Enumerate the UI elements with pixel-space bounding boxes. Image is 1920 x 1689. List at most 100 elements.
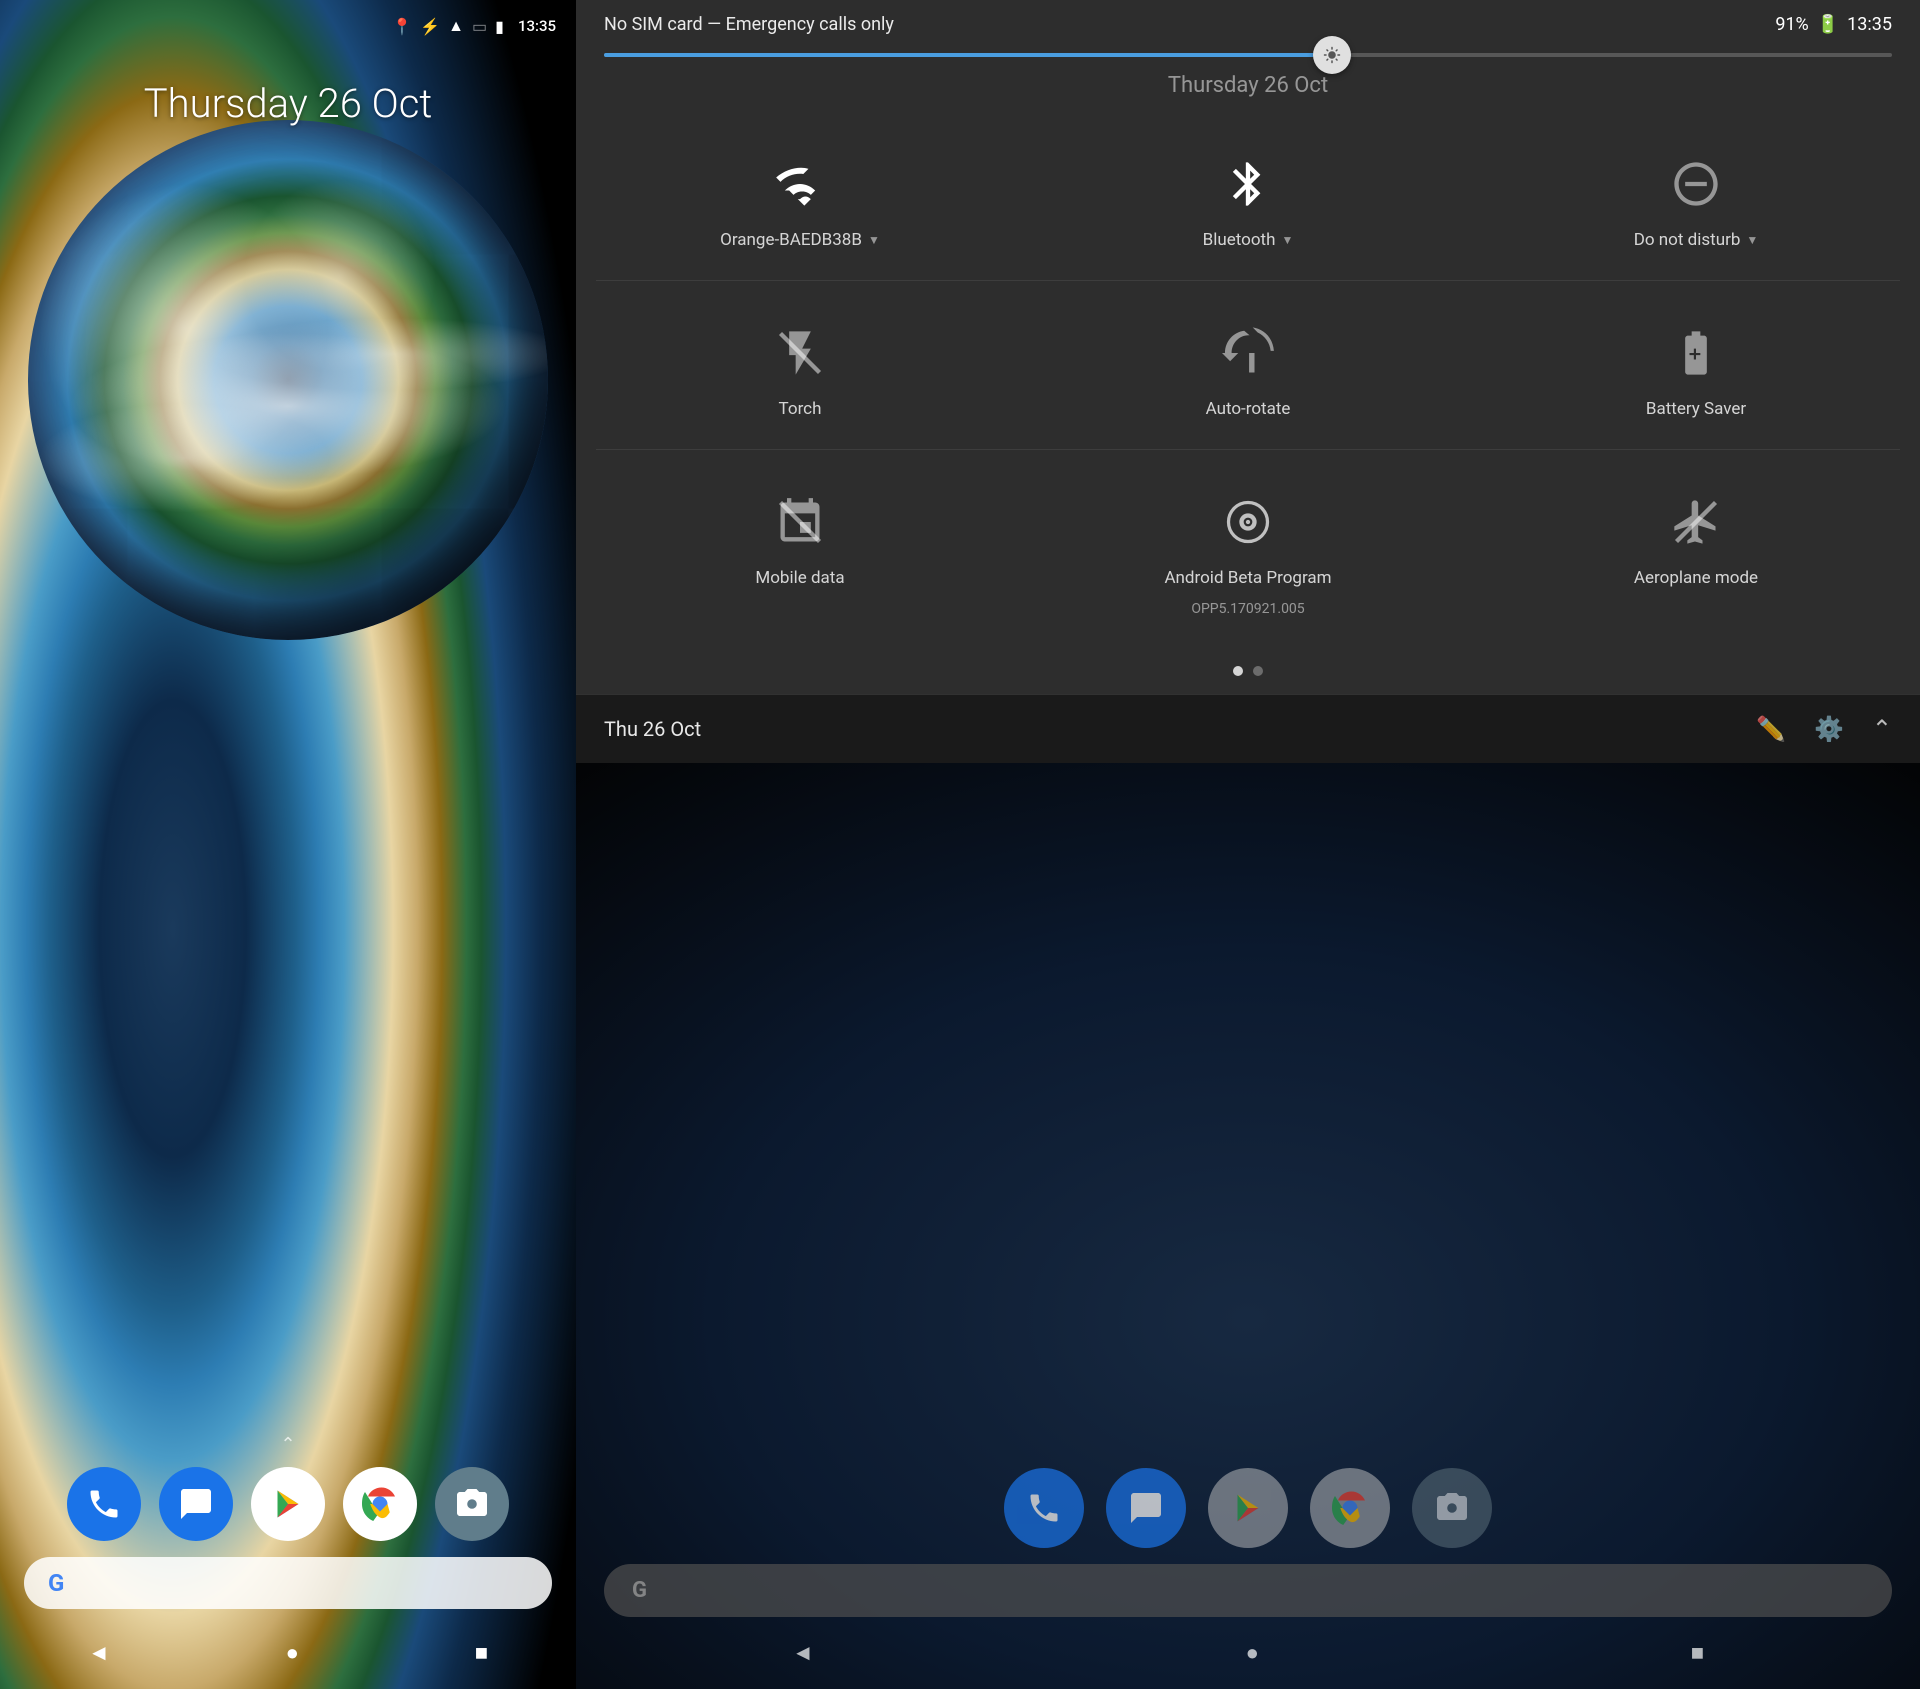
mobiledata-tile-label: Mobile data xyxy=(755,568,844,588)
wifi-tile-icon xyxy=(774,158,826,210)
notif-date: Thu 26 Oct xyxy=(604,717,701,741)
bottom-home-button[interactable]: ● xyxy=(1216,1630,1289,1676)
bluetooth-tile-icon-wrap xyxy=(1214,150,1282,218)
mobiledata-tile-icon-wrap xyxy=(766,488,834,556)
bluetooth-tile-label: Bluetooth ▼ xyxy=(1203,230,1294,250)
bottom-camera-icon xyxy=(1412,1468,1492,1548)
qs-status-bar: No SIM card — Emergency calls only 91% 🔋… xyxy=(576,0,1920,45)
wifi-chevron-icon: ▼ xyxy=(868,233,880,247)
bottom-chrome-icon xyxy=(1310,1468,1390,1548)
dnd-tile-icon-wrap xyxy=(1662,150,1730,218)
androidbeta-tile-icon-wrap xyxy=(1214,488,1282,556)
left-status-icons: 📍 ⚡ ▲ ▭ ▮ 13:35 xyxy=(392,16,556,36)
dnd-tile-icon xyxy=(1670,158,1722,210)
settings-icon[interactable]: ⚙️ xyxy=(1814,715,1844,743)
back-button[interactable]: ◄ xyxy=(58,1630,140,1676)
wifi-icon: ▲ xyxy=(448,16,464,36)
androidbeta-tile-sublabel: OPP5.170921.005 xyxy=(1191,600,1304,618)
no-sim-text: No SIM card — Emergency calls only xyxy=(604,14,894,35)
tile-dnd[interactable]: Do not disturb ▼ xyxy=(1472,122,1920,270)
pagination-dots xyxy=(576,648,1920,694)
app-drawer-hint[interactable]: ⌃ xyxy=(0,1434,576,1455)
tile-mobiledata[interactable]: Mobile data xyxy=(576,460,1024,638)
pagination-dot-1[interactable] xyxy=(1233,666,1243,676)
brightness-row xyxy=(576,45,1920,73)
autorotate-tile-icon-wrap xyxy=(1214,319,1282,387)
tile-torch[interactable]: Torch xyxy=(576,291,1024,439)
autorotate-tile-label: Auto-rotate xyxy=(1206,399,1291,419)
torch-tile-icon-wrap xyxy=(766,319,834,387)
torch-tile-label: Torch xyxy=(779,399,822,419)
bottom-search-bar: G xyxy=(604,1564,1892,1617)
home-button[interactable]: ● xyxy=(256,1630,329,1676)
qs-battery-percent: 91% xyxy=(1775,14,1808,35)
battery-icon: ▮ xyxy=(495,17,504,36)
bottom-dock-icons xyxy=(576,1468,1920,1548)
left-panel: 📍 ⚡ ▲ ▭ ▮ 13:35 Thursday 26 Oct ⌃ xyxy=(0,0,576,1689)
left-status-bar: 📍 ⚡ ▲ ▭ ▮ 13:35 xyxy=(0,0,576,52)
androidbeta-tile-label: Android Beta Program xyxy=(1164,568,1331,588)
left-date: Thursday 26 Oct xyxy=(0,80,576,127)
dock-area: ⌃ xyxy=(0,1434,576,1609)
bluetooth-chevron-icon: ▼ xyxy=(1281,233,1293,247)
androidbeta-tile-icon xyxy=(1222,496,1274,548)
dnd-chevron-icon: ▼ xyxy=(1746,233,1758,247)
tile-wifi[interactable]: Orange-BAEDB38B ▼ xyxy=(576,122,1024,270)
notification-bar: Thu 26 Oct ✏️ ⚙️ ⌃ xyxy=(576,694,1920,763)
bottom-back-button[interactable]: ◄ xyxy=(762,1630,844,1676)
bluetooth-tile-icon xyxy=(1222,158,1274,210)
quick-settings-top: No SIM card — Emergency calls only 91% 🔋… xyxy=(576,0,1920,694)
bottom-google-logo: G xyxy=(632,1578,647,1603)
bluetooth-icon: ⚡ xyxy=(420,17,440,36)
notif-actions: ✏️ ⚙️ ⌃ xyxy=(1756,715,1892,743)
mobiledata-tile-icon xyxy=(774,496,826,548)
drawer-arrow-icon: ⌃ xyxy=(280,1434,295,1455)
play-store-app-icon[interactable] xyxy=(251,1467,325,1541)
dnd-tile-label: Do not disturb ▼ xyxy=(1634,230,1759,250)
quick-tiles-row1: Orange-BAEDB38B ▼ Bluetooth ▼ xyxy=(576,112,1920,280)
qs-time: 13:35 xyxy=(1847,14,1892,35)
google-logo: G xyxy=(48,1569,64,1597)
bottom-play-icon xyxy=(1208,1468,1288,1548)
sim-off-icon: ▭ xyxy=(472,17,487,36)
earth-sphere xyxy=(28,120,548,640)
right-panel: No SIM card — Emergency calls only 91% 🔋… xyxy=(576,0,1920,1689)
qs-date: Thursday 26 Oct xyxy=(576,73,1920,112)
quick-tiles-row2: Torch Auto-rotate xyxy=(576,281,1920,449)
left-time: 13:35 xyxy=(518,17,556,35)
phone-app-icon[interactable] xyxy=(67,1467,141,1541)
location-icon: 📍 xyxy=(392,17,412,36)
brightness-thumb[interactable] xyxy=(1313,36,1351,74)
dock-icons xyxy=(0,1467,576,1541)
brightness-slider[interactable] xyxy=(604,53,1892,57)
aeroplane-tile-icon xyxy=(1670,496,1722,548)
quick-tiles-row3: Mobile data Android Beta Program OPP5.17… xyxy=(576,450,1920,648)
aeroplane-tile-icon-wrap xyxy=(1662,488,1730,556)
messages-app-icon[interactable] xyxy=(159,1467,233,1541)
wifi-tile-label: Orange-BAEDB38B ▼ xyxy=(720,230,880,250)
edit-icon[interactable]: ✏️ xyxy=(1756,715,1786,743)
batterysaver-tile-icon-wrap xyxy=(1662,319,1730,387)
bottom-messages-icon xyxy=(1106,1468,1186,1548)
bottom-nav-bar: ◄ ● ■ xyxy=(576,1617,1920,1689)
earth-clouds xyxy=(28,120,548,640)
batterysaver-tile-label: Battery Saver xyxy=(1646,399,1746,419)
tile-androidbeta[interactable]: Android Beta Program OPP5.170921.005 xyxy=(1024,460,1472,638)
bottom-dock: G xyxy=(576,1468,1920,1617)
tile-bluetooth[interactable]: Bluetooth ▼ xyxy=(1024,122,1472,270)
search-bar[interactable]: G xyxy=(24,1557,552,1609)
camera-app-icon[interactable] xyxy=(435,1467,509,1541)
pagination-dot-2[interactable] xyxy=(1253,666,1263,676)
chrome-app-icon[interactable] xyxy=(343,1467,417,1541)
tile-batterysaver[interactable]: Battery Saver xyxy=(1472,291,1920,439)
qs-status-right: 91% 🔋 13:35 xyxy=(1775,14,1892,35)
wifi-tile-icon-wrap xyxy=(766,150,834,218)
tile-autorotate[interactable]: Auto-rotate xyxy=(1024,291,1472,439)
tile-aeroplane[interactable]: Aeroplane mode xyxy=(1472,460,1920,638)
aeroplane-tile-label: Aeroplane mode xyxy=(1634,568,1758,588)
bottom-recent-button[interactable]: ■ xyxy=(1661,1630,1734,1676)
autorotate-tile-icon xyxy=(1222,327,1274,379)
recent-apps-button[interactable]: ■ xyxy=(445,1630,518,1676)
brightness-fill xyxy=(604,53,1351,57)
collapse-icon[interactable]: ⌃ xyxy=(1872,715,1892,743)
